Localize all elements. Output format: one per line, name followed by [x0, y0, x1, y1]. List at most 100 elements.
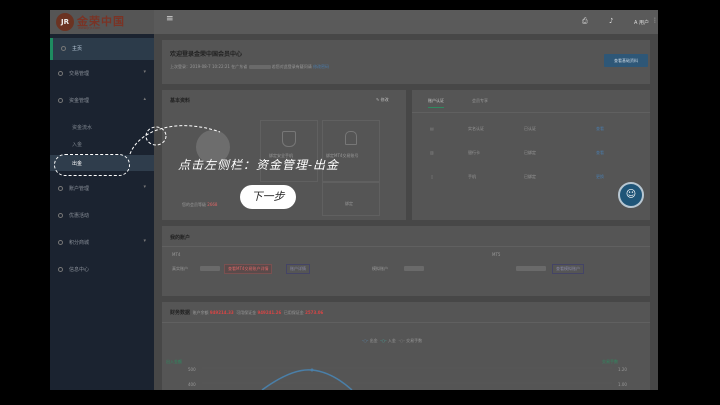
sidebar-item-trading[interactable]: 交易管理 ▾ — [50, 63, 154, 85]
user-icon — [58, 186, 63, 191]
redacted-block — [248, 65, 271, 69]
sidebar-item-messages[interactable]: 信息中心 — [50, 259, 154, 281]
verify-extra-box[interactable]: 绑定 — [322, 182, 380, 216]
trade-icon — [58, 71, 63, 76]
sidebar-item-points-mall[interactable]: 积分商城 ▾ — [50, 232, 154, 254]
logo-url: www.jrjr.com — [78, 26, 101, 30]
more-icon[interactable]: ⋮ — [652, 17, 658, 24]
member-level: 您的会员等级 2668 — [182, 202, 217, 208]
lock-icon — [345, 131, 357, 145]
legend-item: 出金 — [369, 338, 378, 343]
cert-row-label: 银行卡 — [468, 150, 480, 155]
stat-label: 已用保证金 — [283, 310, 304, 315]
left-tick: 400 — [188, 382, 196, 387]
tutorial-highlight — [54, 154, 130, 176]
bell-icon[interactable]: ♪ — [609, 17, 613, 25]
menu-toggle-icon[interactable]: ≡ — [166, 14, 174, 24]
cert-row-label: 手机 — [468, 174, 476, 179]
withdraw-line — [261, 369, 353, 390]
chevron-down-icon: ▾ — [143, 238, 146, 244]
redacted-block — [516, 266, 546, 271]
cert-row-action[interactable]: 查看 — [596, 150, 604, 156]
next-step-button[interactable]: 下一步 — [240, 185, 296, 209]
divider — [162, 322, 650, 323]
finance-stats: 财务数据 账户余额 949214.33 可用保证金 949241.26 已用保证… — [170, 309, 323, 316]
sidebar-subitem-label: 入金 — [72, 142, 83, 148]
cert-row-action[interactable]: 更换 — [596, 174, 604, 180]
sidebar-item-label: 资金管理 — [69, 98, 90, 104]
mt4-label: MT4 — [172, 252, 181, 257]
chevron-down-icon: ▾ — [143, 184, 146, 190]
wallet-icon — [58, 98, 63, 103]
main-content: ≡ ⎙ ♪ A 用户 ⋮ 欢迎登录金荣中国会员中心 上次登录：2019-08-7… — [154, 10, 658, 390]
message-icon — [58, 267, 63, 272]
sidebar-item-promotions[interactable]: 优惠活动 — [50, 205, 154, 227]
gift-icon — [58, 213, 63, 218]
right-tick: 1.20 — [618, 367, 627, 372]
sidebar-subitem-label: 资金流水 — [72, 125, 93, 131]
finance-card: 财务数据 账户余额 949214.33 可用保证金 949241.26 已用保证… — [162, 302, 650, 390]
last-login-tail: 若您对此登录有疑问请 — [271, 64, 312, 69]
shield-icon — [282, 131, 296, 147]
mt4-field-label: 真实账户 — [172, 266, 188, 271]
sidebar-item-label: 积分商城 — [69, 240, 90, 246]
cert-row: ▯ 手机 已绑定 更换 — [412, 170, 650, 190]
mt5-field-label: 模拟账户 — [372, 266, 388, 271]
sidebar-item-label: 账户管理 — [69, 186, 90, 192]
logo-icon: JR — [56, 13, 74, 31]
cert-row-status: 已绑定 — [524, 150, 536, 155]
finance-chart — [202, 367, 612, 390]
cert-row-status: 已认证 — [524, 126, 536, 131]
sidebar-item-label: 主页 — [72, 46, 83, 52]
logo[interactable]: JR 金荣中国 www.jrjr.com — [50, 10, 154, 34]
left-tick: 500 — [188, 367, 196, 372]
finance-title: 财务数据 — [170, 310, 191, 316]
edit-link[interactable]: ✎ 修改 — [376, 97, 389, 103]
member-level-label: 您的会员等级 — [182, 202, 206, 207]
chevron-down-icon: ▾ — [143, 69, 146, 75]
cert-row: ▤ 实名认证 已认证 查看 — [412, 122, 650, 142]
bank-card-icon: ▥ — [430, 150, 434, 155]
divider — [162, 246, 650, 247]
divider — [412, 112, 650, 113]
sidebar-item-account[interactable]: 账户管理 ▾ — [50, 178, 154, 200]
user-menu[interactable]: A 用户 — [634, 19, 649, 26]
home-icon — [61, 46, 66, 51]
sidebar-item-label: 优惠活动 — [69, 213, 90, 219]
data-point — [310, 368, 314, 372]
mt5-details-chip[interactable]: 查看模拟账户 — [552, 264, 584, 274]
topbar: ≡ ⎙ ♪ A 用户 ⋮ — [154, 10, 658, 34]
view-profile-button[interactable]: 查看基础资料 — [604, 54, 648, 67]
member-level-value: 2668 — [207, 202, 218, 207]
last-login-text: 上次登录：2019-08-7 10:22:21 在广东省 — [170, 64, 248, 69]
cert-row-status: 已绑定 — [524, 174, 536, 179]
basic-info-title: 基本资料 — [170, 98, 191, 104]
id-card-icon: ▤ — [430, 126, 434, 131]
redacted-block — [200, 266, 220, 271]
cert-row-action[interactable]: 查看 — [596, 126, 604, 132]
tab-account-cert[interactable]: 账户认证 — [428, 98, 444, 108]
sidebar-item-funds[interactable]: 资金管理 ▴ — [50, 90, 154, 112]
phone-icon: ▯ — [431, 174, 434, 179]
my-accounts-card: 我的账户 MT4 真实账户 查看MT4交易账户详情 账户详情 MT5 模拟账户 … — [162, 226, 650, 296]
stat-label: 可用保证金 — [236, 310, 257, 315]
cert-row-label: 实名认证 — [468, 126, 484, 131]
last-login: 上次登录：2019-08-7 10:22:21 在广东省 若您对此登录有疑问请 … — [170, 64, 329, 70]
my-accounts-title: 我的账户 — [170, 235, 191, 241]
support-chat-button[interactable]: ☺ — [618, 182, 644, 208]
shop-icon — [58, 240, 63, 245]
change-password-link[interactable]: 修改密码 — [313, 64, 329, 69]
mt4-account-details-chip[interactable]: 账户详情 — [286, 264, 310, 274]
printer-icon[interactable]: ⎙ — [582, 17, 588, 26]
verify-extra-label: 绑定 — [345, 201, 353, 206]
sidebar-item-home[interactable]: 主页 — [50, 38, 157, 60]
mt4-details-chip[interactable]: 查看MT4交易账户详情 — [224, 264, 273, 274]
stat-label: 账户余额 — [192, 310, 209, 315]
left-axis-label: 出入金额 — [166, 359, 182, 364]
tab-member-exclusive[interactable]: 会员专享 — [472, 98, 488, 104]
welcome-card: 欢迎登录金荣中国会员中心 上次登录：2019-08-7 10:22:21 在广东… — [162, 40, 650, 84]
cert-row: ▥ 银行卡 已绑定 查看 — [412, 146, 650, 166]
sidebar-item-label: 交易管理 — [69, 71, 90, 77]
stat-value: 949214.33 — [209, 310, 234, 315]
chart-legend: -○- 出金 -○- 入金 -○- 交易手数 — [362, 338, 423, 343]
